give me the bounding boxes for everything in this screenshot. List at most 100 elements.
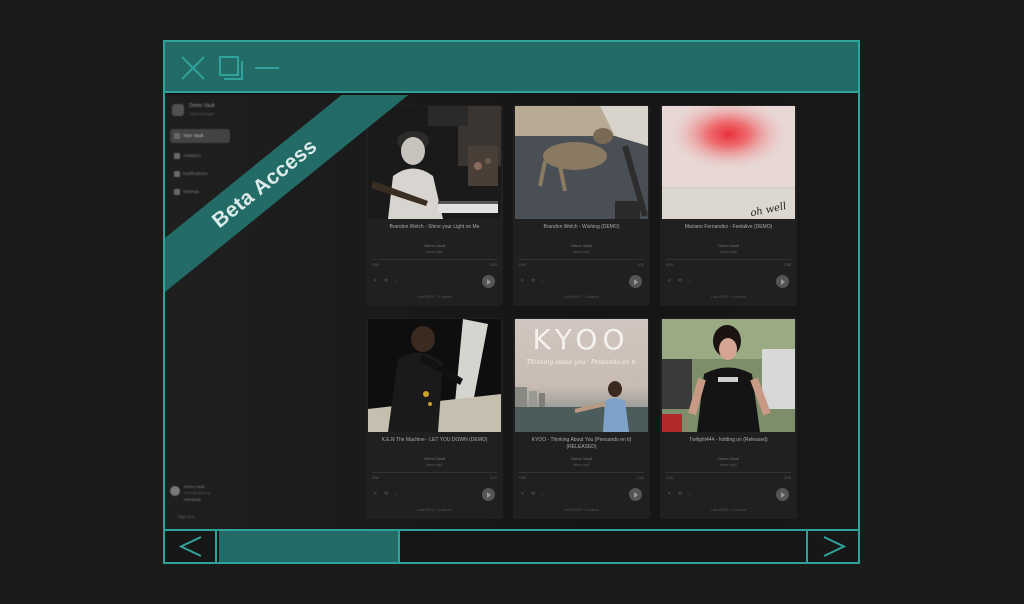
plan-badge: PREMIUM <box>184 498 201 502</box>
repeat-icon[interactable]: ⟲ <box>531 492 536 497</box>
bottom-bar <box>165 529 858 562</box>
progress-bar[interactable] <box>519 259 644 260</box>
minimize-icon[interactable] <box>253 54 281 82</box>
restore-icon[interactable] <box>217 54 245 82</box>
share-icon[interactable]: < <box>668 492 673 497</box>
sidebar-item-label: Analytics <box>183 153 202 158</box>
close-icon[interactable] <box>179 54 207 82</box>
download-icon[interactable]: ↓ <box>394 279 399 284</box>
user-email: demo@vault.org <box>184 491 210 495</box>
track-meta: Last 8/9/23 · 3 Listens <box>417 295 452 299</box>
user-profile[interactable]: Demo Vault demo@vault.org PREMIUM <box>170 482 235 508</box>
sidebar-item-notifications[interactable]: Notifications <box>170 167 230 181</box>
sidebar-item-analytics[interactable]: Analytics <box>170 149 230 163</box>
sidebar-item-label: Notifications <box>183 171 208 176</box>
repeat-icon[interactable]: ⟲ <box>531 279 536 284</box>
workspace-switcher[interactable]: Demo Vault Vault manager <box>172 101 234 121</box>
chevron-right-icon <box>823 536 847 557</box>
album-art <box>662 319 795 432</box>
gear-icon <box>174 189 180 195</box>
track-card[interactable]: Twilight444 - holding on (Released) Demo… <box>660 318 797 519</box>
track-title: Brandon Welch - Shine your Light on Me <box>389 224 480 230</box>
download-icon[interactable]: ↓ <box>541 279 546 284</box>
time-elapsed: 0:00 <box>666 263 673 267</box>
repeat-icon[interactable]: ⟲ <box>384 492 389 497</box>
track-card[interactable]: KYOO Thinking about you · Pensando en ti… <box>513 318 650 519</box>
track-file: demo.mp3 <box>426 250 443 254</box>
sidebar-item-label: Your Vault <box>183 133 204 138</box>
prev-button[interactable] <box>165 531 217 562</box>
progress-bar[interactable] <box>519 472 644 473</box>
download-icon[interactable]: ↓ <box>688 492 693 497</box>
time-total: 2:58 <box>784 263 791 267</box>
share-icon[interactable]: < <box>521 279 526 284</box>
avatar <box>170 486 180 496</box>
track-title: Twilight444 - holding on (Released) <box>689 437 768 443</box>
play-button[interactable] <box>629 275 642 288</box>
sidebar-item-label: Settings <box>183 189 200 194</box>
app-content: Demo Vault Vault manager Your Vault Anal… <box>165 95 858 529</box>
album-art <box>368 106 501 219</box>
sidebar-item-your-vault[interactable]: Your Vault <box>170 129 230 143</box>
user-name: Demo Vault <box>184 484 205 489</box>
time-elapsed: 0:00 <box>519 476 526 480</box>
track-title: KYOO - Thinking About You (Pensando en t… <box>531 437 632 450</box>
track-card[interactable]: K.E.N The Machine - LET YOU DOWN (DEMO) … <box>366 318 503 519</box>
scroll-thumb[interactable] <box>219 531 400 562</box>
track-artist: Demo Vault <box>424 243 445 248</box>
next-button[interactable] <box>806 531 858 562</box>
analytics-icon <box>174 153 180 159</box>
time-elapsed: 0:00 <box>519 263 526 267</box>
share-icon[interactable]: < <box>521 492 526 497</box>
download-icon[interactable]: ↓ <box>541 492 546 497</box>
sidebar: Demo Vault Vault manager Your Vault Anal… <box>165 95 237 529</box>
track-meta: Last 8/9/23 · 2 Listens <box>564 295 599 299</box>
progress-bar[interactable] <box>666 472 791 473</box>
track-meta: Last 8/9/23 · 5 Listens <box>711 295 746 299</box>
workspace-name: Demo Vault <box>189 103 215 109</box>
track-meta: Last 8/9/23 · 6 Listens <box>564 508 599 512</box>
horizontal-scrollbar[interactable] <box>219 531 804 562</box>
time-total: 3:05 <box>784 476 791 480</box>
download-icon[interactable]: ↓ <box>394 492 399 497</box>
share-icon[interactable]: < <box>668 279 673 284</box>
track-artist: Demo Vault <box>571 243 592 248</box>
share-icon[interactable]: < <box>374 492 379 497</box>
track-artist: Demo Vault <box>571 456 592 461</box>
time-total: 3:32 <box>490 263 497 267</box>
track-card[interactable]: Brandon Welch - Shine your Light on Me D… <box>366 105 503 306</box>
track-artist: Demo Vault <box>718 243 739 248</box>
play-button[interactable] <box>776 488 789 501</box>
play-button[interactable] <box>776 275 789 288</box>
sign-out-link[interactable]: Sign Out <box>170 514 194 519</box>
app-window: Demo Vault Vault manager Your Vault Anal… <box>163 40 860 564</box>
repeat-icon[interactable]: ⟲ <box>678 492 683 497</box>
download-icon[interactable]: ↓ <box>688 279 693 284</box>
track-artist: Demo Vault <box>718 456 739 461</box>
track-meta: Last 8/9/23 · 4 Listens <box>417 508 452 512</box>
track-artist: Demo Vault <box>424 456 445 461</box>
progress-bar[interactable] <box>372 472 497 473</box>
repeat-icon[interactable]: ⟲ <box>678 279 683 284</box>
time-elapsed: 0:00 <box>372 476 379 480</box>
workspace-subtitle: Vault manager <box>189 111 215 116</box>
progress-bar[interactable] <box>666 259 791 260</box>
share-icon[interactable]: < <box>374 279 379 284</box>
vault-icon <box>174 133 180 139</box>
track-file: demo.mp3 <box>573 250 590 254</box>
time-elapsed: 0:00 <box>372 263 379 267</box>
track-card[interactable]: oh well Mariano Fernandez - Feelalive (D… <box>660 105 797 306</box>
track-card[interactable]: Brandon Welch - Wishing (DEMO) Demo Vaul… <box>513 105 650 306</box>
play-button[interactable] <box>482 275 495 288</box>
album-art: oh well <box>662 106 795 219</box>
track-file: demo.mp3 <box>720 463 737 467</box>
play-button[interactable] <box>482 488 495 501</box>
workspace-logo <box>172 104 184 116</box>
cover-subtitle: Thinking about you · Pensando en ti <box>526 359 635 366</box>
album-art: KYOO Thinking about you · Pensando en ti <box>515 319 648 432</box>
track-title: Mariano Fernandez - Feelalive (DEMO) <box>684 224 773 230</box>
repeat-icon[interactable]: ⟲ <box>384 279 389 284</box>
progress-bar[interactable] <box>372 259 497 260</box>
time-total: 3:10 <box>637 263 644 267</box>
play-button[interactable] <box>629 488 642 501</box>
